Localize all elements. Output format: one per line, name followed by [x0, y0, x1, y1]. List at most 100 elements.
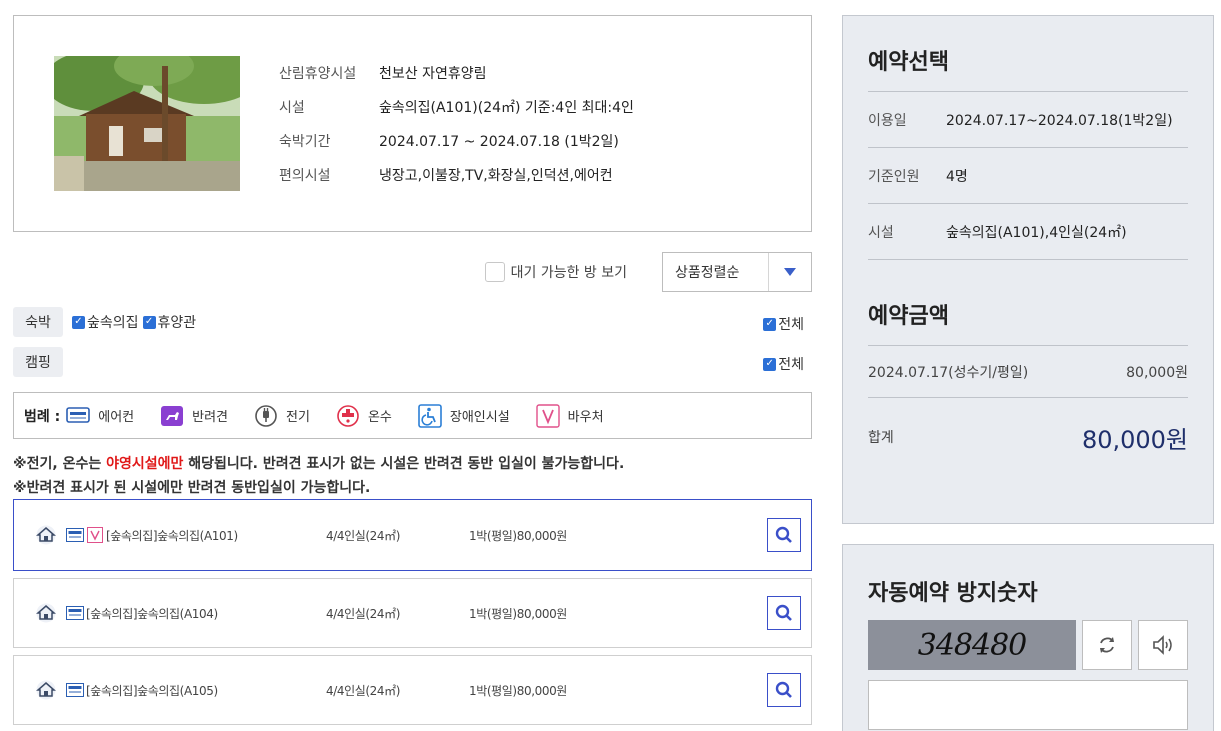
- checkbox-label: 숲속의집: [87, 315, 139, 331]
- check-icon[interactable]: ✓: [763, 357, 777, 371]
- reservation-value: 숲속의집(A101),4인실(24㎡): [946, 225, 1127, 241]
- sort-select[interactable]: 상품정렬순: [662, 252, 812, 292]
- facility-value: 냉장고,이불장,TV,화장실,인덕션,에어컨: [379, 168, 613, 184]
- room-feature-icons: [66, 605, 86, 621]
- facility-value: 2024.07.17 ~ 2024.07.18 (1박2일): [379, 134, 619, 150]
- legend-item-voucher: 바우처: [535, 403, 604, 428]
- wait-available-checkbox[interactable]: 대기 가능한 방 보기: [484, 262, 627, 282]
- room-row[interactable]: [숲속의집]숲속의집(A105) 4/4인실(24㎡) 1박(평일)80,000…: [13, 655, 812, 725]
- facility-key: 편의시설: [279, 168, 331, 184]
- notice-highlight: 야영시설에만: [106, 456, 184, 472]
- divider: [868, 397, 1188, 398]
- checkbox-label: 휴양관: [157, 315, 197, 331]
- checkbox-forest-house[interactable]: ✓ 숲속의집: [72, 312, 139, 332]
- aircon-icon: [66, 527, 84, 543]
- legend-label: 온수: [367, 410, 392, 425]
- facility-info-box: 산림휴양시설 천보산 자연휴양림 시설 숲속의집(A101)(24㎡) 기준:4…: [13, 15, 812, 232]
- notice-text-part: ※전기, 온수는: [13, 456, 107, 472]
- reservation-key: 시설: [868, 225, 894, 241]
- legend-label: 전기: [286, 410, 310, 425]
- legend-item-pet: 반려견: [160, 404, 228, 428]
- legend-label: 반려견: [192, 410, 229, 425]
- room-price: 1박(평일)80,000원: [469, 683, 567, 698]
- reservation-key: 기준인원: [868, 169, 920, 185]
- audio-captcha-button[interactable]: [1138, 620, 1188, 670]
- pet-icon: [160, 404, 184, 428]
- plug-icon: [254, 404, 278, 428]
- search-button[interactable]: [767, 596, 801, 630]
- facility-photo: [54, 56, 240, 191]
- legend-item-hot-water: 온수: [336, 404, 392, 428]
- refresh-icon: [1100, 637, 1114, 653]
- captcha-code: 348480: [917, 627, 1028, 663]
- house-icon: [36, 680, 56, 700]
- notice-line-1: ※전기, 온수는 야영시설에만 해당됩니다. 반려견 표시가 없는 시설은 반려…: [13, 452, 624, 476]
- legend-item-accessible: 장애인시설: [418, 403, 510, 428]
- room-price: 1박(평일)80,000원: [469, 528, 567, 543]
- notice-text-part: 해당됩니다. 반려견 표시가 없는 시설은 반려견 동반 입실이 불가능합니다.: [183, 456, 625, 472]
- category-tag-camping[interactable]: 캠핑: [13, 347, 63, 377]
- facility-row: 숙박기간 2024.07.17 ~ 2024.07.18 (1박2일): [279, 124, 634, 158]
- legend-title: 범례 :: [24, 408, 61, 425]
- check-icon[interactable]: ✓: [142, 315, 156, 329]
- category-row-camping: 캠핑 ✓ 전체: [13, 347, 812, 377]
- divider: [868, 259, 1188, 260]
- amount-title: 예약금액: [868, 304, 949, 329]
- reservation-row-facility: 시설 숲속의집(A101),4인실(24㎡): [868, 222, 1188, 242]
- captcha-title: 자동예약 방지숫자: [868, 581, 1038, 606]
- divider: [868, 203, 1188, 204]
- captcha-image: 348480: [868, 620, 1076, 670]
- voucher-icon: [86, 527, 104, 543]
- facility-details: 산림휴양시설 천보산 자연휴양림 시설 숲속의집(A101)(24㎡) 기준:4…: [279, 56, 634, 192]
- chevron-down-icon[interactable]: [769, 253, 811, 291]
- captcha-input[interactable]: [868, 680, 1188, 730]
- checkbox-lodging-all[interactable]: ✓ 전체: [763, 314, 804, 334]
- legend-item-aircon: 에어컨: [66, 404, 134, 428]
- facility-key: 숙박기간: [279, 134, 331, 150]
- facility-row: 시설 숲속의집(A101)(24㎡) 기준:4인 최대:4인: [279, 90, 634, 124]
- reservation-row-date: 이용일 2024.07.17~2024.07.18(1박2일): [868, 110, 1188, 130]
- amount-row-date: 2024.07.17(성수기/평일) 80,000원: [868, 361, 1188, 383]
- room-capacity: 4/4인실(24㎡): [326, 683, 401, 698]
- check-icon[interactable]: ✓: [763, 317, 777, 331]
- reservation-value: 2024.07.17~2024.07.18(1박2일): [946, 113, 1173, 129]
- category-tag-lodging[interactable]: 숙박: [13, 307, 63, 337]
- house-icon: [36, 525, 56, 545]
- legend-label: 장애인시설: [449, 410, 510, 425]
- facility-value: 숲속의집(A101)(24㎡) 기준:4인 최대:4인: [379, 100, 634, 116]
- checkbox-label: 전체: [778, 357, 804, 373]
- notice-line-2: ※반려견 표시가 된 시설에만 반려견 동반입실이 가능합니다.: [13, 480, 371, 496]
- total-label: 합계: [868, 430, 894, 446]
- reservation-panel: 예약선택 이용일 2024.07.17~2024.07.18(1박2일) 기준인…: [842, 15, 1214, 524]
- amount-date-price: 80,000원: [1126, 365, 1188, 381]
- house-icon: [36, 603, 56, 623]
- category-row-lodging: 숙박 ✓ 숲속의집 ✓ 휴양관 ✓ 전체: [13, 307, 812, 337]
- wheelchair-icon: [418, 403, 442, 428]
- facility-key: 산림휴양시설: [279, 66, 357, 82]
- room-row[interactable]: [숲속의집]숲속의집(A101) 4/4인실(24㎡) 1박(평일)80,000…: [13, 499, 812, 571]
- search-button[interactable]: [767, 673, 801, 707]
- checkbox-recreation-hall[interactable]: ✓ 휴양관: [142, 312, 197, 332]
- room-feature-icons: [66, 527, 106, 543]
- search-icon: [775, 526, 792, 543]
- refresh-captcha-button[interactable]: [1082, 620, 1132, 670]
- checkbox-camping-all[interactable]: ✓ 전체: [763, 354, 804, 374]
- facility-key: 시설: [279, 100, 305, 116]
- divider: [868, 345, 1188, 346]
- legend-item-electricity: 전기: [254, 404, 310, 428]
- checkbox-label: 전체: [778, 317, 804, 333]
- check-icon[interactable]: ✓: [72, 315, 85, 329]
- facility-row: 편의시설 냉장고,이불장,TV,화장실,인덕션,에어컨: [279, 158, 634, 192]
- voucher-icon: [535, 403, 560, 428]
- room-row[interactable]: [숲속의집]숲속의집(A104) 4/4인실(24㎡) 1박(평일)80,000…: [13, 578, 812, 648]
- search-icon: [775, 681, 792, 698]
- checkbox-box[interactable]: [484, 262, 505, 282]
- speaker-icon: [1153, 635, 1172, 655]
- room-name: [숲속의집]숲속의집(A101): [106, 528, 238, 543]
- facility-value: 천보산 자연휴양림: [379, 66, 487, 82]
- reservation-title: 예약선택: [868, 50, 949, 75]
- search-button[interactable]: [767, 518, 801, 552]
- total-value: 80,000원: [1081, 425, 1188, 454]
- filter-row: 대기 가능한 방 보기 상품정렬순: [13, 252, 812, 292]
- reservation-key: 이용일: [868, 113, 907, 129]
